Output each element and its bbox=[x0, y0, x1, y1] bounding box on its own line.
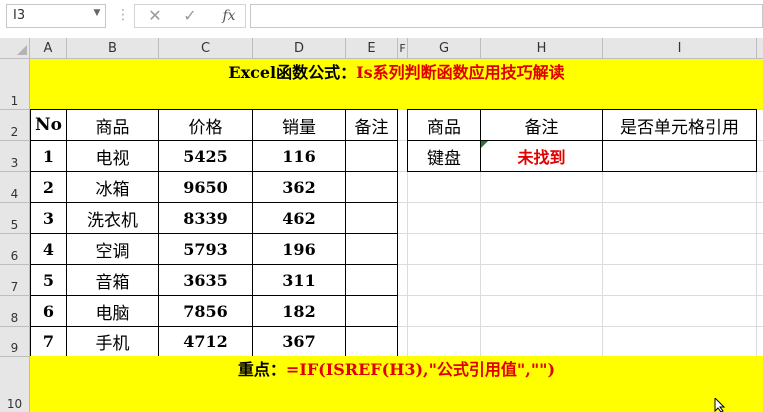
table-cell[interactable]: 462 bbox=[252, 202, 346, 234]
table-cell[interactable]: 6 bbox=[30, 295, 67, 327]
header-cell-sales[interactable]: 销量 bbox=[252, 109, 346, 141]
formula-input[interactable] bbox=[250, 4, 763, 28]
chevron-down-icon[interactable]: ▼ bbox=[91, 8, 103, 22]
table-cell[interactable] bbox=[345, 202, 398, 234]
column-header-g[interactable]: G bbox=[408, 38, 481, 59]
table-cell[interactable]: 冰箱 bbox=[66, 171, 159, 203]
table-cell[interactable]: 电视 bbox=[66, 140, 159, 172]
more-icon: ⋮ bbox=[116, 7, 130, 23]
mouse-cursor-icon bbox=[714, 398, 726, 412]
right-cell-is-ref[interactable] bbox=[602, 140, 757, 172]
table-cell[interactable]: 2 bbox=[30, 171, 67, 203]
table-cell[interactable] bbox=[345, 264, 398, 296]
fx-icon[interactable]: fx bbox=[218, 6, 240, 26]
table-cell[interactable] bbox=[345, 140, 398, 172]
table-cell[interactable]: 311 bbox=[252, 264, 346, 296]
right-header-product[interactable]: 商品 bbox=[407, 109, 481, 141]
table-cell[interactable]: 7 bbox=[30, 326, 67, 357]
row-header-8[interactable]: 8 bbox=[0, 296, 30, 327]
table-cell[interactable]: 电脑 bbox=[66, 295, 159, 327]
row-header-1[interactable]: 1 bbox=[0, 59, 30, 110]
column-header-b[interactable]: B bbox=[67, 38, 159, 59]
title-prefix: Excel函数公式： bbox=[228, 63, 357, 82]
table-cell[interactable]: 5 bbox=[30, 264, 67, 296]
table-cell[interactable]: 5425 bbox=[158, 140, 253, 172]
column-header-e[interactable]: E bbox=[346, 38, 398, 59]
formula-indicator-icon bbox=[481, 141, 488, 148]
column-header-i[interactable]: I bbox=[603, 38, 757, 59]
table-cell[interactable]: 9650 bbox=[158, 171, 253, 203]
table-cell[interactable]: 4 bbox=[30, 233, 67, 265]
table-cell[interactable] bbox=[345, 326, 398, 357]
table-cell[interactable]: 1 bbox=[30, 140, 67, 172]
row-header-5[interactable]: 5 bbox=[0, 203, 30, 234]
title-highlight: Is系列判断函数应用技巧解读 bbox=[356, 63, 565, 82]
right-cell-product[interactable]: 键盘 bbox=[407, 140, 481, 172]
row-header-7[interactable]: 7 bbox=[0, 265, 30, 296]
table-cell[interactable]: 空调 bbox=[66, 233, 159, 265]
table-cell[interactable]: 4712 bbox=[158, 326, 253, 357]
table-cell[interactable]: 洗衣机 bbox=[66, 202, 159, 234]
right-cell-note[interactable]: 未找到 bbox=[480, 140, 603, 172]
column-header-a[interactable]: A bbox=[30, 38, 67, 59]
row-header-4[interactable]: 4 bbox=[0, 172, 30, 203]
table-cell[interactable]: 196 bbox=[252, 233, 346, 265]
table-cell[interactable]: 116 bbox=[252, 140, 346, 172]
note-prefix: 重点： bbox=[237, 360, 286, 379]
header-cell-price[interactable]: 价格 bbox=[158, 109, 253, 141]
column-header-c[interactable]: C bbox=[159, 38, 253, 59]
note-formula: =IF(ISREF(H3),"公式引用值","") bbox=[285, 360, 556, 379]
table-cell[interactable]: 7856 bbox=[158, 295, 253, 327]
table-cell[interactable] bbox=[345, 295, 398, 327]
right-header-note[interactable]: 备注 bbox=[480, 109, 603, 141]
table-cell[interactable] bbox=[345, 233, 398, 265]
cancel-icon[interactable]: ✕ bbox=[146, 6, 164, 26]
table-cell[interactable]: 8339 bbox=[158, 202, 253, 234]
table-cell[interactable]: 3 bbox=[30, 202, 67, 234]
column-header-f[interactable]: F bbox=[398, 38, 408, 59]
table-cell[interactable] bbox=[345, 171, 398, 203]
select-all-triangle-icon bbox=[17, 45, 27, 55]
table-cell[interactable]: 手机 bbox=[66, 326, 159, 357]
row-header-6[interactable]: 6 bbox=[0, 234, 30, 265]
table-cell[interactable]: 3635 bbox=[158, 264, 253, 296]
table-cell[interactable]: 362 bbox=[252, 171, 346, 203]
enter-icon[interactable]: ✓ bbox=[181, 6, 199, 26]
header-cell-product[interactable]: 商品 bbox=[66, 109, 159, 141]
header-cell-no[interactable]: No bbox=[30, 109, 67, 141]
row-header-10[interactable]: 10 bbox=[0, 357, 30, 412]
header-cell-note[interactable]: 备注 bbox=[345, 109, 398, 141]
row-header-2[interactable]: 2 bbox=[0, 110, 30, 141]
row-header-9[interactable]: 9 bbox=[0, 327, 30, 357]
title-banner[interactable]: Excel函数公式：Is系列判断函数应用技巧解读 bbox=[30, 59, 763, 109]
right-header-is-ref[interactable]: 是否单元格引用 bbox=[602, 109, 757, 141]
table-cell[interactable]: 音箱 bbox=[66, 264, 159, 296]
column-header-next[interactable] bbox=[757, 38, 763, 59]
row-header-3[interactable]: 3 bbox=[0, 141, 30, 172]
column-header-h[interactable]: H bbox=[481, 38, 603, 59]
table-cell[interactable]: 182 bbox=[252, 295, 346, 327]
table-cell[interactable]: 367 bbox=[252, 326, 346, 357]
formula-note-banner[interactable]: 重点：=IF(ISREF(H3),"公式引用值","") bbox=[30, 356, 763, 412]
column-header-d[interactable]: D bbox=[253, 38, 346, 59]
table-cell[interactable]: 5793 bbox=[158, 233, 253, 265]
